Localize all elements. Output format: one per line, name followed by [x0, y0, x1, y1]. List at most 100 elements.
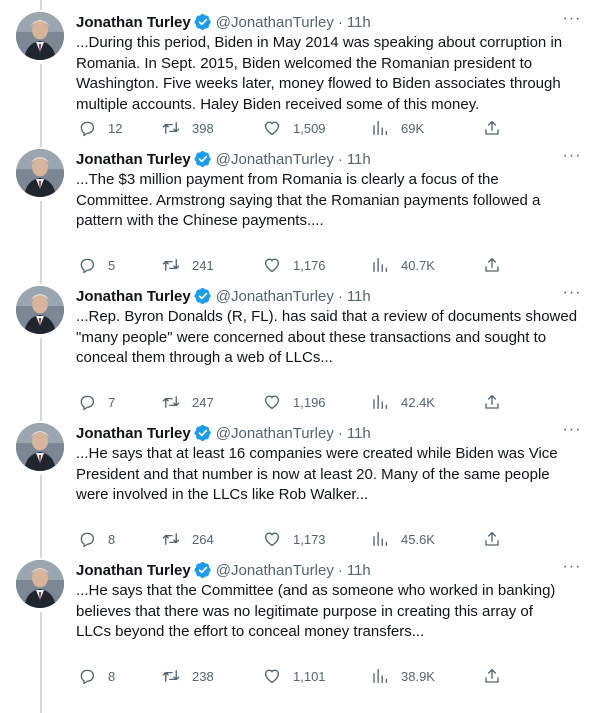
retweet-icon	[162, 667, 190, 685]
author-handle[interactable]: @JonathanTurley	[216, 425, 334, 442]
retweet-button[interactable]: 398	[162, 118, 214, 138]
tweet-header: Jonathan Turley @JonathanTurley · 11h	[76, 12, 582, 32]
timestamp[interactable]: 11h	[347, 288, 371, 305]
share-icon	[483, 667, 511, 685]
reply-icon	[78, 393, 106, 411]
like-button[interactable]: 1,173	[263, 529, 326, 549]
separator-dot: ·	[337, 287, 343, 305]
more-icon[interactable]: ···	[562, 11, 582, 30]
views-button[interactable]: 40.7K	[371, 255, 435, 275]
views-count: 42.4K	[401, 394, 435, 410]
views-button[interactable]: 42.4K	[371, 392, 435, 412]
like-button[interactable]: 1,509	[263, 118, 326, 138]
views-icon	[371, 393, 399, 411]
avatar[interactable]	[16, 560, 64, 608]
reply-icon	[78, 256, 106, 274]
more-icon[interactable]: ···	[562, 148, 582, 167]
like-button[interactable]: 1,176	[263, 255, 326, 275]
author-handle[interactable]: @JonathanTurley	[216, 288, 334, 305]
timestamp[interactable]: 11h	[347, 562, 371, 579]
avatar[interactable]	[16, 423, 64, 471]
like-icon	[263, 530, 291, 548]
tweet[interactable]: Jonathan Turley @JonathanTurley · 11h ··…	[0, 274, 598, 411]
tweet-header: Jonathan Turley @JonathanTurley · 11h	[76, 149, 582, 169]
like-icon	[263, 256, 291, 274]
tweet[interactable]: Jonathan Turley @JonathanTurley · 11h ··…	[0, 0, 598, 137]
separator-dot: ·	[337, 424, 343, 442]
retweet-button[interactable]: 247	[162, 392, 214, 412]
author-handle[interactable]: @JonathanTurley	[216, 151, 334, 168]
verified-badge-icon	[194, 561, 212, 579]
views-icon	[371, 256, 399, 274]
author-name[interactable]: Jonathan Turley	[76, 425, 191, 442]
like-icon	[263, 119, 291, 137]
separator-dot: ·	[337, 13, 343, 31]
reply-count: 7	[108, 394, 116, 410]
author-name[interactable]: Jonathan Turley	[76, 562, 191, 579]
author-handle[interactable]: @JonathanTurley	[216, 14, 334, 31]
more-icon[interactable]: ···	[562, 559, 582, 578]
tweet-actions: 7 247 1,196 42.4K	[76, 392, 506, 412]
retweet-button[interactable]: 241	[162, 255, 214, 275]
more-icon[interactable]: ···	[562, 285, 582, 304]
share-button[interactable]	[483, 255, 511, 275]
reply-button[interactable]: 8	[78, 529, 115, 549]
views-count: 38.9K	[401, 668, 435, 684]
views-button[interactable]: 45.6K	[371, 529, 435, 549]
verified-badge-icon	[194, 150, 212, 168]
views-count: 69K	[401, 120, 425, 136]
retweet-button[interactable]: 264	[162, 529, 214, 549]
verified-badge-icon	[194, 424, 212, 442]
share-button[interactable]	[483, 666, 511, 686]
tweet[interactable]: Jonathan Turley @JonathanTurley · 11h ··…	[0, 411, 598, 548]
avatar[interactable]	[16, 286, 64, 334]
avatar[interactable]	[16, 149, 64, 197]
timestamp[interactable]: 11h	[347, 425, 371, 442]
like-button[interactable]: 1,101	[263, 666, 326, 686]
reply-button[interactable]: 8	[78, 666, 115, 686]
share-button[interactable]	[483, 118, 511, 138]
separator-dot: ·	[337, 150, 343, 168]
tweet-text: ...He says that at least 16 companies we…	[76, 445, 558, 503]
reply-icon	[78, 119, 106, 137]
reply-button[interactable]: 7	[78, 392, 115, 412]
verified-badge-icon	[194, 13, 212, 31]
author-name[interactable]: Jonathan Turley	[76, 288, 191, 305]
share-button[interactable]	[483, 392, 511, 412]
tweet-text: ...He says that the Committee (and as so…	[76, 582, 556, 640]
timestamp[interactable]: 11h	[347, 14, 371, 31]
reply-button[interactable]: 12	[78, 118, 122, 138]
more-icon[interactable]: ···	[562, 422, 582, 441]
tweet[interactable]: Jonathan Turley @JonathanTurley · 11h ··…	[0, 137, 598, 274]
views-button[interactable]: 69K	[371, 118, 424, 138]
reply-count: 8	[108, 531, 116, 547]
views-count: 40.7K	[401, 257, 435, 273]
separator-dot: ·	[337, 561, 343, 579]
avatar[interactable]	[16, 12, 64, 60]
reply-count: 8	[108, 668, 116, 684]
retweet-button[interactable]: 238	[162, 666, 214, 686]
reply-button[interactable]: 5	[78, 255, 115, 275]
tweet[interactable]: Jonathan Turley @JonathanTurley · 11h ··…	[0, 548, 598, 685]
author-name[interactable]: Jonathan Turley	[76, 151, 191, 168]
tweet-actions: 8 238 1,101 38.9K	[76, 666, 506, 686]
reply-icon	[78, 530, 106, 548]
reply-count: 12	[108, 120, 123, 136]
views-button[interactable]: 38.9K	[371, 666, 435, 686]
tweet-text: ...During this period, Biden in May 2014…	[76, 34, 563, 113]
author-handle[interactable]: @JonathanTurley	[216, 562, 334, 579]
views-icon	[371, 119, 399, 137]
tweet-header: Jonathan Turley @JonathanTurley · 11h	[76, 560, 582, 580]
like-icon	[263, 667, 291, 685]
timestamp[interactable]: 11h	[347, 151, 371, 168]
share-icon	[483, 393, 511, 411]
retweet-icon	[162, 393, 190, 411]
like-count: 1,176	[293, 257, 326, 273]
retweet-icon	[162, 256, 190, 274]
like-count: 1,101	[293, 668, 326, 684]
author-name[interactable]: Jonathan Turley	[76, 14, 191, 31]
share-button[interactable]	[483, 529, 511, 549]
reply-count: 5	[108, 257, 116, 273]
like-button[interactable]: 1,196	[263, 392, 326, 412]
tweet-text: ...The $3 million payment from Romania i…	[76, 171, 541, 229]
